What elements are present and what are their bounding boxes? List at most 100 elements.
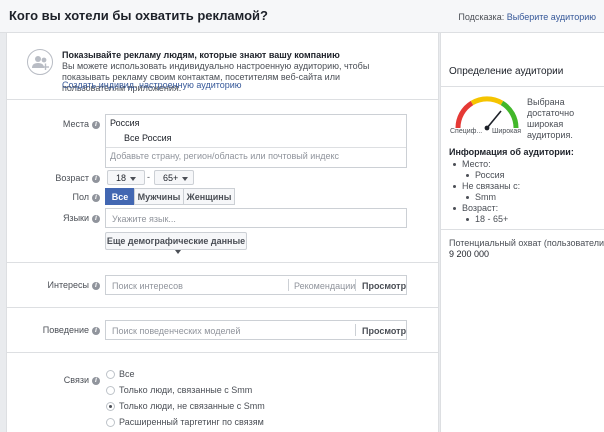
locations-label-text: Места [62,119,89,129]
gauge-left-label: Специф... [450,128,483,135]
more-demographics-button[interactable]: Еще демографические данные [105,232,247,254]
info-icon[interactable]: i [92,120,100,129]
chevron-down-icon [175,249,181,254]
location-region[interactable]: Все Россия [124,133,172,143]
age-min-value: 18 [116,173,127,183]
divider [7,307,438,308]
place-label-text: Место: [462,159,491,169]
chevron-down-icon [130,176,137,181]
connections-option-label: Расширенный таргетинг по связям [119,417,264,427]
interests-search-input[interactable]: Поиск интересов Рекомендации Просмотр [105,275,407,295]
gender-women-button[interactable]: Женщины [183,188,235,205]
suggestions-button[interactable]: Рекомендации [294,281,355,291]
bullet [453,185,456,189]
age-value-text: 18 - 65+ [475,214,509,224]
gauge-segment-red [455,100,474,129]
audience-info-title: Информация об аудитории: [449,147,574,157]
connections-radio-all[interactable] [106,370,115,379]
divider [355,279,356,291]
location-search-input[interactable]: Добавьте страну, регион/область или почт… [110,151,339,161]
divider [106,147,406,148]
locations-label: Места i [40,119,100,129]
gauge-needle [486,110,502,129]
bullet [466,218,469,222]
gauge-description: Выбрана достаточно широкая аудитория. [527,97,575,140]
age-min-select[interactable]: 18 [107,170,145,185]
divider [7,352,438,353]
info-icon[interactable]: i [92,376,100,385]
gender-label: Пол i [40,192,100,202]
more-demographics-label: Еще демографические данные [106,236,246,246]
divider [288,279,289,291]
age-max-select[interactable]: 65+ [154,170,194,185]
language-input-placeholder: Укажите язык... [112,214,176,224]
not-connected-value-text: Smm [475,192,496,202]
divider [7,99,438,100]
info-icon[interactable]: i [92,214,100,223]
audience-place-label: Место: [453,159,491,169]
gender-label-text: Пол [72,192,89,202]
audience-age-value: 18 - 65+ [466,214,508,224]
connections-option-label: Все [119,369,135,379]
connections-radio-advanced[interactable] [106,418,115,427]
info-icon[interactable]: i [92,281,100,290]
age-label-text: Возраст: [462,203,499,213]
info-icon[interactable]: i [92,193,100,202]
bullet [453,163,456,167]
gauge-segment-green [500,100,519,129]
audience-not-connected-label: Не связаны с: [453,181,520,191]
gauge-pivot [484,125,490,131]
audience-size-gauge [455,96,519,131]
behaviors-label-text: Поведение [42,325,89,335]
custom-audience-title: Показывайте рекламу людям, которые знают… [62,50,340,60]
bullet [466,174,469,178]
age-dash: - [147,172,150,182]
info-icon[interactable]: i [92,326,100,335]
connections-option-label: Только люди, не связанные с Smm [119,401,265,411]
connections-label: Связи i [40,375,100,385]
gauge-right-label: Широкая [492,128,522,135]
interests-placeholder: Поиск интересов [112,281,183,291]
divider [355,324,356,336]
behaviors-placeholder: Поиск поведенческих моделей [112,326,241,336]
behaviors-search-input[interactable]: Поиск поведенческих моделей Просмотр [105,320,407,340]
age-label: Возраст i [40,173,100,183]
chevron-down-icon [182,176,189,181]
page-header: Кого вы хотели бы охватить рекламой? Под… [0,0,604,33]
divider [441,229,604,230]
bullet [453,207,456,211]
gauge-segment-yellow [470,96,504,106]
audience-age-label: Возраст: [453,203,498,213]
divider [441,86,604,87]
behaviors-label: Поведение i [40,325,100,335]
connections-radio-connected[interactable] [106,386,115,395]
potential-reach-value: 9 200 000 [449,249,490,259]
potential-reach-label: Потенциальный охват (пользователи): [449,238,604,248]
create-custom-audience-link[interactable]: Создать индивид. настроенную аудиторию [62,80,242,90]
location-country: Россия [110,118,140,128]
header-hint: Подсказка: Выберите аудиторию [458,12,596,22]
interests-label-text: Интересы [47,280,89,290]
info-icon[interactable]: i [92,174,100,183]
age-label-text: Возраст [55,173,89,183]
place-value-text: Россия [475,170,505,180]
gender-all-button[interactable]: Все [105,188,135,205]
behaviors-browse-button[interactable]: Просмотр [362,326,406,336]
connections-radio-not-connected[interactable] [106,402,115,411]
connections-option-label: Только люди, связанные с Smm [119,385,253,395]
custom-audience-icon [27,49,53,75]
choose-audience-link[interactable]: Выберите аудиторию [507,12,596,22]
gender-men-button[interactable]: Мужчины [134,188,184,205]
hint-prefix: Подсказка: [458,12,507,22]
language-input[interactable]: Укажите язык... [105,208,407,228]
languages-label-text: Языки [62,213,89,223]
interests-browse-button[interactable]: Просмотр [362,281,406,291]
connections-label-text: Связи [63,375,89,385]
page-title: Кого вы хотели бы охватить рекламой? [9,8,268,23]
not-connected-label-text: Не связаны с: [462,181,521,191]
interests-label: Интересы i [40,280,100,290]
audience-place-value: Россия [466,170,505,180]
locations-box: Россия Все Россия Добавьте страну, регио… [105,114,407,168]
age-max-value: 65+ [163,173,179,183]
audience-not-connected-value: Smm [466,192,496,202]
